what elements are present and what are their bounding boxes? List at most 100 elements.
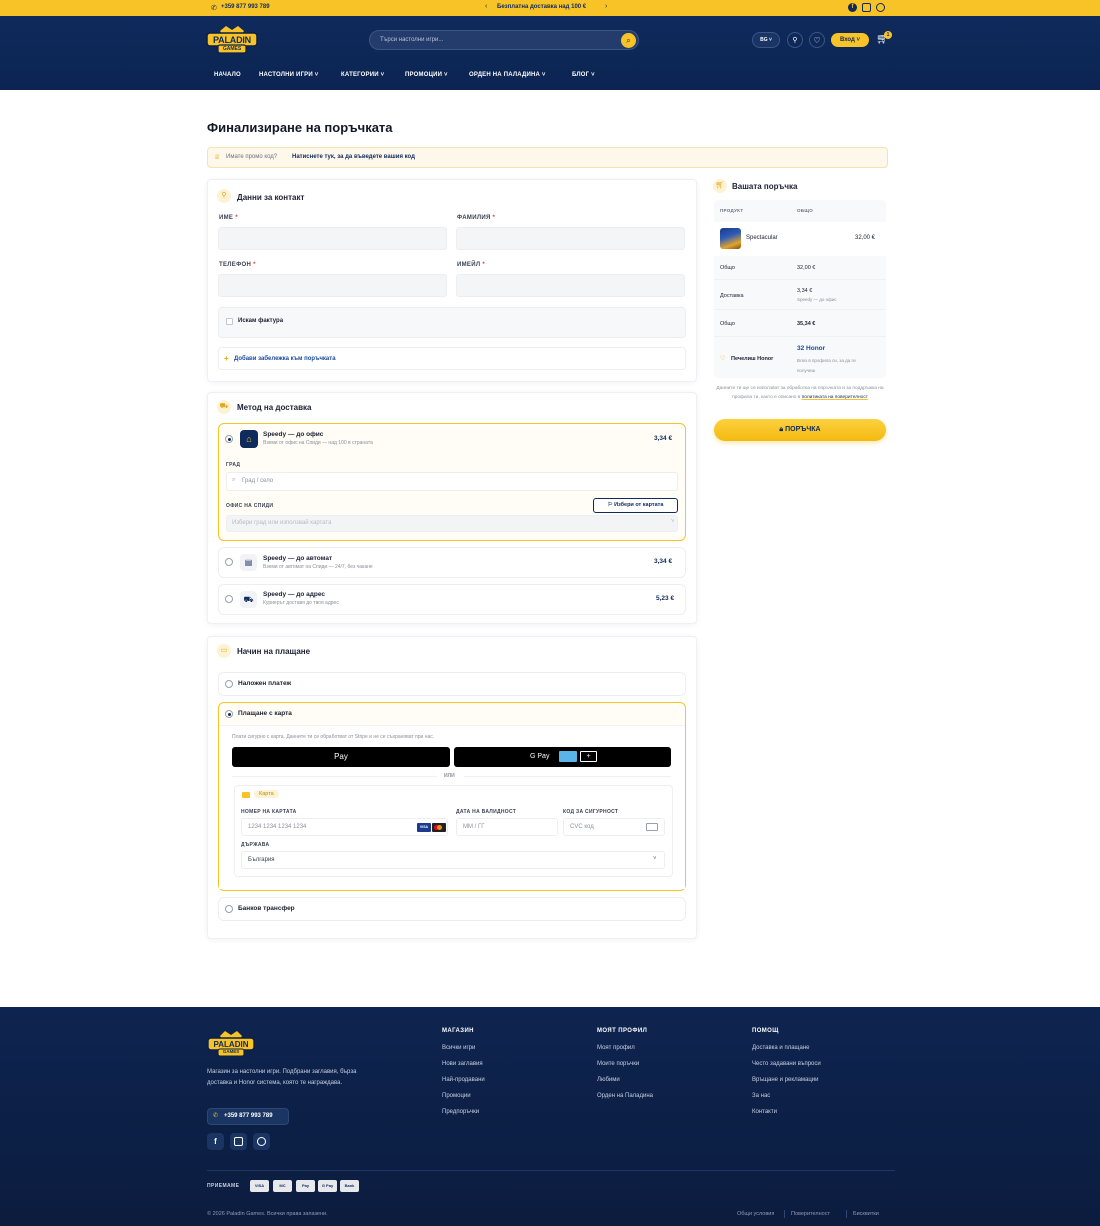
footer-link[interactable]: Контакти <box>752 1109 777 1115</box>
email-field[interactable] <box>456 274 685 297</box>
nav-board-games[interactable]: НАСТОЛНИ ИГРИ ˅ <box>259 72 318 78</box>
nav-promotions[interactable]: ПРОМОЦИИ ˅ <box>405 72 448 78</box>
footer-col-help-title: ПОМОЩ <box>752 1028 779 1034</box>
promo-prev-icon[interactable]: ‹ <box>485 3 487 10</box>
promo-next-icon[interactable]: › <box>605 3 607 10</box>
divider <box>714 336 886 337</box>
topbar-promo: Безплатна доставка над 100 € <box>497 4 587 10</box>
shipping-radio-locker[interactable] <box>225 558 233 566</box>
footer-legal-link[interactable]: Бисквитки <box>853 1211 879 1217</box>
nav-paladin-order[interactable]: ОРДЕН НА ПАЛАДИНА ˅ <box>469 72 546 78</box>
card-tab[interactable]: Карта <box>254 790 279 798</box>
whatsapp-icon[interactable] <box>876 3 885 12</box>
product-thumbnail[interactable] <box>720 228 741 249</box>
footer-link[interactable]: Предпоръчки <box>442 1109 479 1115</box>
city-field[interactable] <box>226 472 678 491</box>
first-name-label-text: ИМЕ <box>219 215 234 221</box>
contact-title: Данни за контакт <box>237 193 305 202</box>
footer-link[interactable]: Нови заглавия <box>442 1061 483 1067</box>
payment-radio-card[interactable] <box>225 710 233 718</box>
footer-link[interactable]: За нас <box>752 1093 770 1099</box>
card-number-input[interactable]: 1234 1234 1234 1234 <box>248 824 306 830</box>
nav-categories[interactable]: КАТЕГОРИИ ˅ <box>341 72 384 78</box>
footer-link[interactable]: Любими <box>597 1077 620 1083</box>
col-product: ПРОДУКТ <box>720 208 744 213</box>
subtotal-label: Общо <box>720 265 735 271</box>
language-selector[interactable]: BG ˅ <box>752 32 780 48</box>
footer-link[interactable]: Моят профил <box>597 1045 635 1051</box>
footer-link[interactable]: Моите поръчки <box>597 1061 639 1067</box>
page-title: Финализиране на поръчката <box>207 120 393 135</box>
payment-radio-cod[interactable] <box>225 680 233 688</box>
apple-pay-icon: Pay <box>296 1180 315 1192</box>
cvc-icon <box>646 823 658 831</box>
payment-option-label: Наложен платеж <box>238 680 292 687</box>
footer-legal-link[interactable]: Общи условия <box>737 1211 774 1217</box>
shipping-value: 3,34 € <box>797 288 813 294</box>
nav-blog-label: БЛОГ <box>572 72 590 78</box>
promo-question: Имате промо код? <box>226 154 278 160</box>
footer-logo[interactable]: PALADIN GAMES <box>207 1029 255 1057</box>
footer-logo-subtext: GAMES <box>222 1049 240 1054</box>
invoice-checkbox[interactable] <box>226 318 233 325</box>
search-icon[interactable]: ⌕ <box>621 33 636 48</box>
login-button[interactable]: Вход ˅ <box>831 33 869 47</box>
user-icon[interactable]: ⚲ <box>787 32 803 48</box>
order-note-link[interactable]: Добави забележка към поръчката <box>234 356 336 362</box>
place-order-button[interactable]: 🔒︎ ПОРЪЧКА <box>714 419 886 441</box>
last-name-label-text: ФАМИЛИЯ <box>457 215 491 221</box>
facebook-icon[interactable]: f <box>207 1133 224 1150</box>
footer-link[interactable]: Орден на Паладина <box>597 1093 653 1099</box>
promo-code-link[interactable]: Натиснете тук, за да въведете вашия код <box>292 154 415 160</box>
expiry-input[interactable]: ММ / ГГ <box>463 824 485 830</box>
card-number-label: НОМЕР НА КАРТАТА <box>241 809 297 815</box>
shipping-option-price: 3,34 € <box>654 435 673 442</box>
facebook-icon[interactable]: f <box>848 3 857 12</box>
footer-link[interactable]: Всички игри <box>442 1045 475 1051</box>
footer-divider <box>207 1170 895 1171</box>
bank-icon: Bank <box>340 1180 359 1192</box>
payment-radio-bank[interactable] <box>225 905 233 913</box>
shipping-option-name: Speedy — до офис <box>263 431 324 438</box>
privacy-policy-link[interactable]: политиката на поверителност <box>802 395 868 400</box>
invoice-row[interactable] <box>218 307 686 338</box>
honor-value: 32 Honor <box>797 345 826 352</box>
footer-link[interactable]: Промоции <box>442 1093 471 1099</box>
footer-link[interactable]: Доставка и плащане <box>752 1045 809 1051</box>
nav-home[interactable]: НАЧАЛО <box>214 72 241 78</box>
footer-link[interactable]: Най-продавани <box>442 1077 485 1083</box>
first-name-field[interactable] <box>218 227 447 250</box>
shipping-option-locker[interactable] <box>218 547 686 578</box>
map-select-button[interactable]: ⚐ Избери от картата <box>593 498 678 513</box>
chevron-down-icon: ˅ <box>653 856 657 862</box>
cvc-input[interactable]: CVC код <box>570 824 594 830</box>
phone-label-text: ТЕЛЕФОН <box>219 262 252 268</box>
logo[interactable]: PALADIN GAMES <box>206 24 258 54</box>
nav-paladin-order-label: ОРДЕН НА ПАЛАДИНА <box>469 72 541 78</box>
plus-icon: + <box>580 751 597 762</box>
last-name-field[interactable] <box>456 227 685 250</box>
apple-pay-button[interactable]: Pay <box>232 747 450 767</box>
required-mark: * <box>482 262 485 268</box>
phone-icon: ✆ <box>213 1113 219 1119</box>
instagram-icon[interactable] <box>862 3 871 12</box>
search-input[interactable]: Търси настолни игри... <box>380 37 443 43</box>
city-input[interactable]: Град / село <box>242 478 273 484</box>
shipping-radio-address[interactable] <box>225 595 233 603</box>
footer-legal-link[interactable]: Поверителност <box>791 1211 830 1217</box>
heart-icon[interactable]: ♡ <box>809 32 825 48</box>
phone-field[interactable] <box>218 274 447 297</box>
product-name[interactable]: Spectacular <box>746 235 778 241</box>
accept-label: ПРИЕМАМЕ <box>207 1183 240 1189</box>
nav-blog[interactable]: БЛОГ ˅ <box>572 72 595 78</box>
footer-link[interactable]: Връщане и рекламации <box>752 1077 819 1083</box>
shipping-radio-office[interactable] <box>225 435 233 443</box>
email-label: ИМЕЙЛ * <box>457 262 485 268</box>
col-total: ОБЩО <box>797 208 814 213</box>
footer-link[interactable]: Често задавани въпроси <box>752 1061 821 1067</box>
divider <box>714 309 886 310</box>
country-select[interactable] <box>241 851 665 869</box>
email-label-text: ИМЕЙЛ <box>457 262 481 268</box>
topbar-phone[interactable]: +359 877 993 789 <box>221 4 270 10</box>
or-divider-label: ИЛИ <box>444 773 455 779</box>
